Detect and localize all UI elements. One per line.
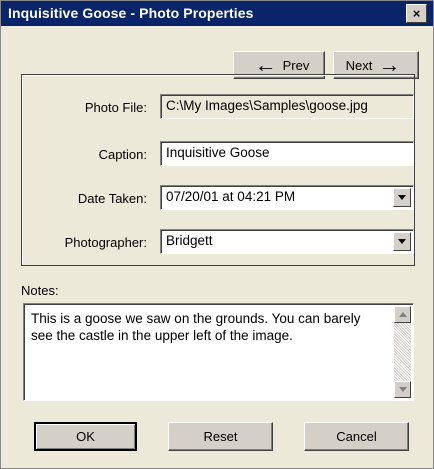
- scroll-down-button[interactable]: [394, 381, 411, 398]
- date-taken-label: Date Taken:: [77, 191, 147, 206]
- photographer-dropdown-button[interactable]: [393, 232, 411, 251]
- date-taken-value: 07/20/01 at 04:21 PM: [166, 189, 296, 204]
- notes-textarea[interactable]: This is a goose we saw on the grounds. Y…: [23, 303, 414, 401]
- date-taken-dropdown-button[interactable]: [393, 188, 411, 207]
- scroll-up-button[interactable]: [394, 306, 411, 323]
- caption-input[interactable]: Inquisitive Goose: [160, 141, 414, 166]
- caption-label: Caption:: [98, 147, 147, 162]
- close-icon: ×: [412, 6, 421, 21]
- notes-scrollbar[interactable]: [394, 306, 411, 398]
- notes-label: Notes:: [21, 283, 59, 298]
- photographer-select[interactable]: Bridgett: [160, 229, 414, 254]
- arrow-right-icon: →: [378, 52, 401, 77]
- window-title: Inquisitive Goose - Photo Properties: [8, 5, 254, 21]
- title-bar[interactable]: Inquisitive Goose - Photo Properties ×: [1, 1, 433, 26]
- next-label: Next: [345, 57, 373, 73]
- date-taken-select[interactable]: 07/20/01 at 04:21 PM: [160, 185, 414, 210]
- photographer-value: Bridgett: [166, 233, 213, 248]
- photo-file-field: C:\My Images\Samples\goose.jpg: [160, 94, 414, 119]
- close-button[interactable]: ×: [406, 4, 427, 23]
- photographer-label: Photographer:: [64, 235, 147, 250]
- scroll-up-icon: [398, 312, 407, 317]
- ok-button[interactable]: OK: [34, 422, 137, 451]
- scroll-down-icon: [398, 387, 407, 392]
- photo-properties-dialog: Inquisitive Goose - Photo Properties × ←…: [0, 0, 434, 469]
- reset-label: Reset: [203, 429, 238, 444]
- reset-button[interactable]: Reset: [168, 422, 273, 451]
- chevron-down-icon: [398, 195, 406, 200]
- cancel-button[interactable]: Cancel: [304, 422, 409, 451]
- ok-label: OK: [76, 429, 95, 444]
- chevron-down-icon: [398, 239, 406, 244]
- cancel-label: Cancel: [336, 429, 377, 444]
- prev-label: Prev: [282, 57, 310, 73]
- arrow-left-icon: ←: [254, 52, 277, 77]
- notes-text: This is a goose we saw on the grounds. Y…: [31, 311, 361, 343]
- photo-file-label: Photo File:: [84, 100, 147, 115]
